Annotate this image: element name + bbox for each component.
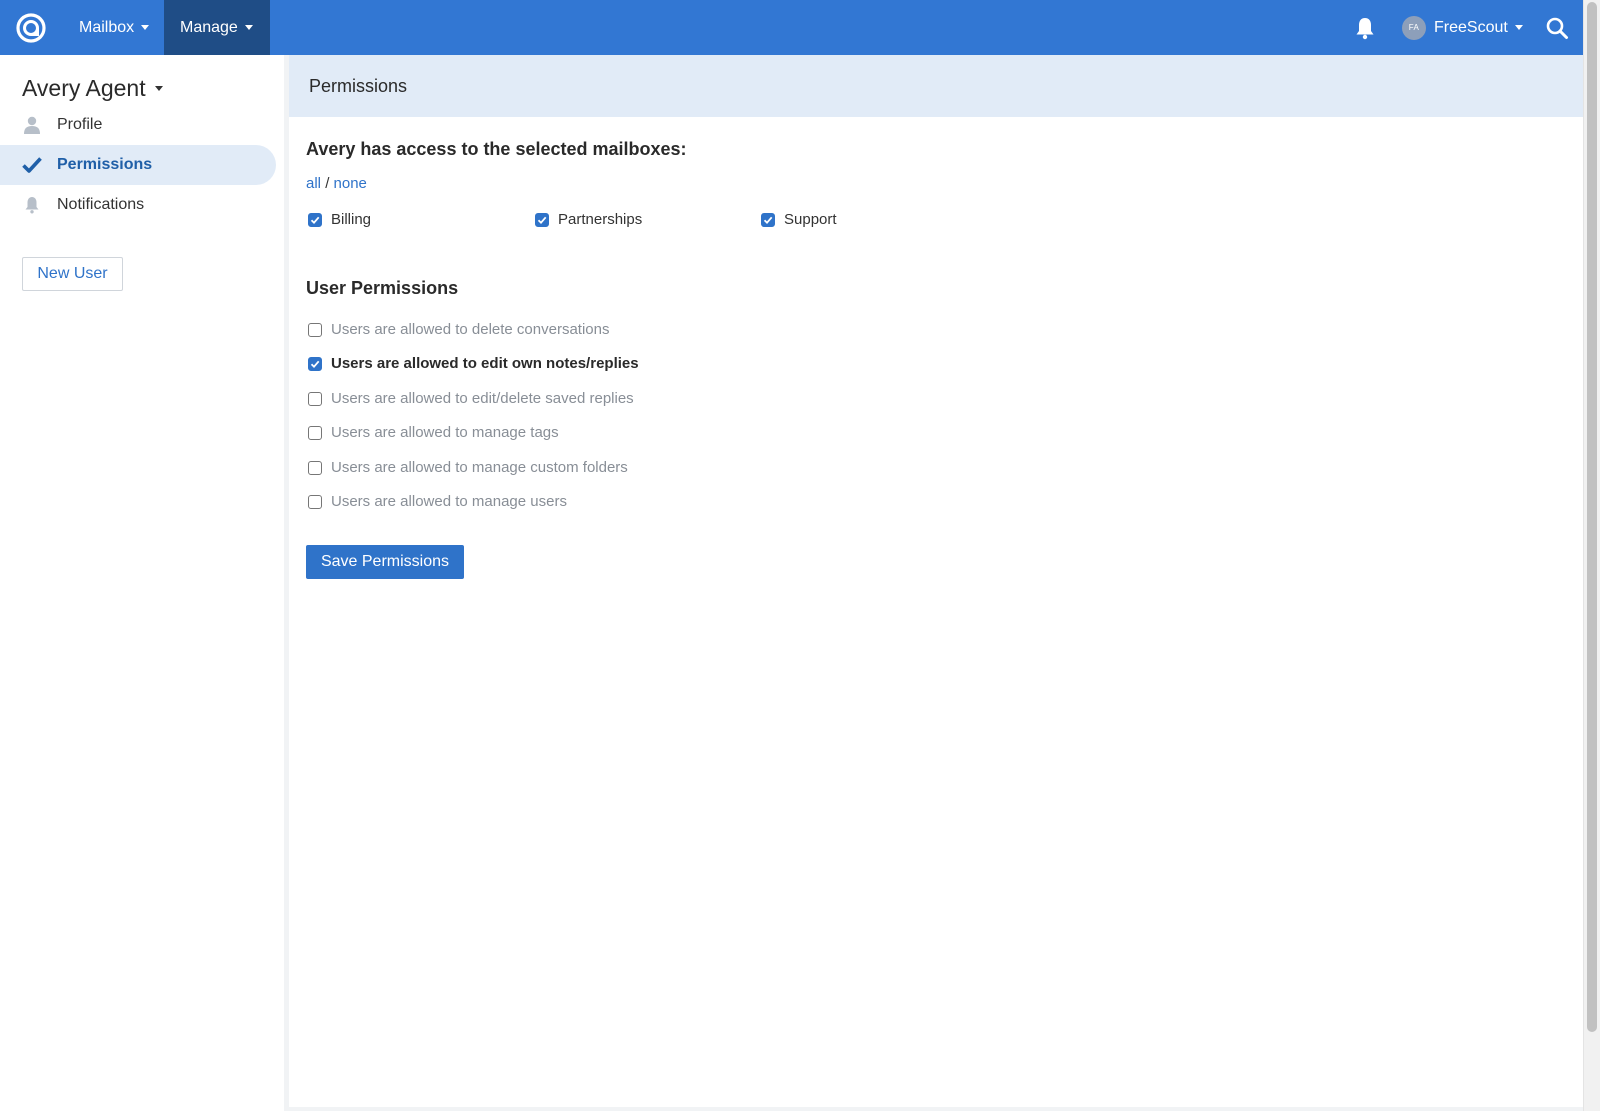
nav-mailbox-dropdown[interactable]: Mailbox [63,0,163,55]
sidebar-title: Avery Agent [22,75,146,101]
bell-icon [22,195,42,215]
permission-edit-saved-replies[interactable]: Users are allowed to edit/delete saved r… [308,390,634,407]
sidebar-item-permissions[interactable]: Permissions [0,145,276,185]
permission-edit-own-notes[interactable]: Users are allowed to edit own notes/repl… [308,355,639,372]
nav-mailbox-label: Mailbox [79,18,135,36]
mailbox-checkbox[interactable] [308,212,322,227]
permission-label: Users are allowed to edit/delete saved r… [331,390,634,407]
chevron-down-icon [154,86,163,91]
permission-checkbox[interactable] [308,391,322,406]
mailbox-option-billing[interactable]: Billing [308,211,371,228]
sidebar-item-profile[interactable]: Profile [0,105,276,145]
page-title: Permissions [289,55,1583,117]
permission-label: Users are allowed to manage users [331,493,567,510]
permission-label: Users are allowed to edit own notes/repl… [331,355,639,372]
permission-label: Users are allowed to manage custom folde… [331,459,628,476]
chevron-down-icon [1514,25,1523,30]
main-content: Permissions Avery has access to the sele… [289,55,1583,1107]
scrollbar-thumb[interactable] [1587,2,1597,1032]
permission-checkbox[interactable] [308,322,322,337]
chevron-down-icon [244,25,253,30]
sidebar: Avery Agent Profile Permissions Notifica… [0,55,284,1111]
sidebar-item-label: Permissions [57,156,153,173]
mailbox-label: Billing [331,211,372,228]
sidebar-item-label: Profile [57,116,103,133]
permission-manage-custom-folders[interactable]: Users are allowed to manage custom folde… [308,459,628,476]
save-permissions-button[interactable]: Save Permissions [306,545,464,579]
mailbox-checkbox[interactable] [535,212,549,227]
user-switcher-dropdown[interactable]: Avery Agent [22,75,163,102]
page-scrollbar[interactable] [1583,0,1600,1111]
search-icon[interactable] [1545,16,1569,40]
mailbox-checkbox[interactable] [761,212,775,227]
select-links: all / none [306,175,367,192]
mailbox-option-partnerships[interactable]: Partnerships [535,211,642,228]
permission-manage-users[interactable]: Users are allowed to manage users [308,493,567,510]
notifications-bell-icon[interactable] [1354,16,1376,40]
freescout-logo-icon[interactable] [15,12,47,44]
permission-delete-conversations[interactable]: Users are allowed to delete conversation… [308,321,609,338]
mailbox-option-support[interactable]: Support [761,211,837,228]
permission-checkbox[interactable] [308,460,322,475]
user-permissions-title: User Permissions [306,278,459,298]
user-name: FreeScout [1434,18,1508,36]
permission-label: Users are allowed to delete conversation… [331,321,610,338]
checkmark-icon [22,155,42,175]
new-user-button[interactable]: New User [22,257,123,291]
avatar: FA [1402,15,1426,40]
sidebar-item-notifications[interactable]: Notifications [0,185,276,225]
mailbox-label: Support [784,211,837,228]
permission-checkbox[interactable] [308,494,322,509]
sidebar-item-label: Notifications [57,196,145,213]
nav-manage-label: Manage [180,18,238,36]
user-icon [22,115,42,135]
nav-manage-dropdown[interactable]: Manage [164,0,270,55]
chevron-down-icon [141,25,150,30]
permission-checkbox[interactable] [308,356,322,371]
select-all-link[interactable]: all [306,175,321,192]
top-navbar: Mailbox Manage FA FreeScout [0,0,1583,55]
mailbox-access-title: Avery has access to the selected mailbox… [306,139,687,159]
mailbox-label: Partnerships [558,211,643,228]
permission-label: Users are allowed to manage tags [331,424,559,441]
link-separator: / [325,175,330,192]
permission-checkbox[interactable] [308,425,322,440]
permission-manage-tags[interactable]: Users are allowed to manage tags [308,424,559,441]
select-none-link[interactable]: none [334,175,367,192]
user-menu-dropdown[interactable]: FA FreeScout [1402,0,1523,55]
